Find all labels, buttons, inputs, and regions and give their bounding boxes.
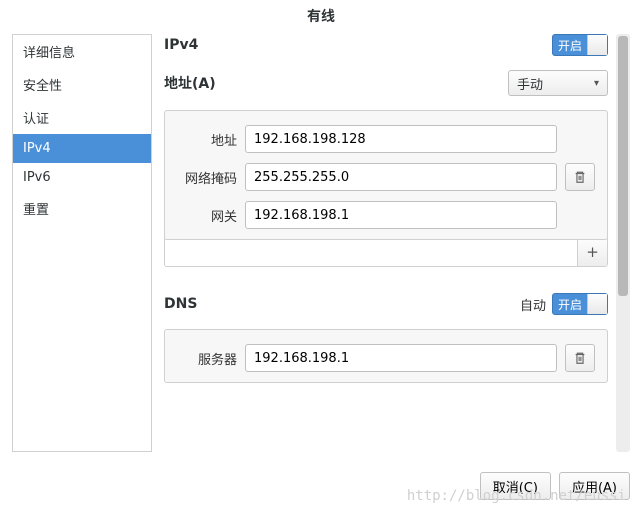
netmask-input[interactable] xyxy=(245,163,557,191)
add-address-button[interactable]: + xyxy=(577,238,607,266)
address-add-row: + xyxy=(164,238,608,267)
sidebar-item-reset[interactable]: 重置 xyxy=(13,192,151,225)
gateway-row: 网关 xyxy=(177,201,595,229)
dialog-footer: 取消(C) 应用(A) xyxy=(0,464,642,508)
dns-server-row: 服务器 xyxy=(177,344,595,372)
dns-auto-label: 自动 xyxy=(520,295,546,314)
netmask-label: 网络掩码 xyxy=(177,168,237,187)
address-heading: 地址(A) xyxy=(164,73,216,93)
sidebar-item-ipv6[interactable]: IPv6 xyxy=(13,163,151,192)
netmask-row: 网络掩码 xyxy=(177,163,595,191)
plus-icon: + xyxy=(586,243,599,261)
main-panel: IPv4 开启 地址(A) 手动 ▾ 地址 xyxy=(164,34,614,452)
dns-panel: 服务器 xyxy=(164,329,608,383)
dns-toggle-label: 开启 xyxy=(553,296,587,313)
sidebar-item-security[interactable]: 安全性 xyxy=(13,68,151,101)
sidebar-item-ipv4[interactable]: IPv4 xyxy=(13,134,151,163)
dns-server-label: 服务器 xyxy=(177,349,237,368)
dns-right-group: 自动 开启 xyxy=(520,293,608,315)
apply-button[interactable]: 应用(A) xyxy=(559,472,630,500)
toggle-knob-icon xyxy=(587,294,607,314)
ipv4-toggle-label: 开启 xyxy=(553,37,587,54)
toggle-knob-icon xyxy=(587,35,607,55)
gateway-input[interactable] xyxy=(245,201,557,229)
address-method-value: 手动 xyxy=(517,74,543,93)
trash-icon xyxy=(573,351,587,365)
sidebar-item-auth[interactable]: 认证 xyxy=(13,101,151,134)
ipv4-toggle[interactable]: 开启 xyxy=(552,34,608,56)
dns-auto-toggle[interactable]: 开启 xyxy=(552,293,608,315)
address-panel: 地址 网络掩码 网关 xyxy=(164,110,608,240)
main-wrap: IPv4 开启 地址(A) 手动 ▾ 地址 xyxy=(164,34,630,452)
ipv4-header-row: IPv4 开启 xyxy=(164,34,608,56)
scrollbar-thumb[interactable] xyxy=(618,36,628,296)
address-method-select[interactable]: 手动 ▾ xyxy=(508,70,608,96)
address-label: 地址 xyxy=(177,130,237,149)
dns-server-input[interactable] xyxy=(245,344,557,372)
chevron-down-icon: ▾ xyxy=(594,78,599,89)
address-row: 地址 xyxy=(177,125,595,153)
dns-heading: DNS xyxy=(164,296,197,312)
network-settings-dialog: 有线 详细信息 安全性 认证 IPv4 IPv6 重置 IPv4 开启 地址(A xyxy=(0,0,642,508)
gateway-label: 网关 xyxy=(177,206,237,225)
scrollbar-track[interactable] xyxy=(616,34,630,452)
delete-address-button[interactable] xyxy=(565,163,595,191)
sidebar: 详细信息 安全性 认证 IPv4 IPv6 重置 xyxy=(12,34,152,452)
dialog-body: 详细信息 安全性 认证 IPv4 IPv6 重置 IPv4 开启 地址(A) xyxy=(0,34,642,464)
dns-header-row: DNS 自动 开启 xyxy=(164,293,608,315)
address-input[interactable] xyxy=(245,125,557,153)
dialog-title: 有线 xyxy=(0,0,642,34)
ipv4-heading: IPv4 xyxy=(164,37,198,53)
cancel-button[interactable]: 取消(C) xyxy=(480,472,551,500)
trash-icon xyxy=(573,170,587,184)
sidebar-item-details[interactable]: 详细信息 xyxy=(13,35,151,68)
delete-dns-button[interactable] xyxy=(565,344,595,372)
address-header-row: 地址(A) 手动 ▾ xyxy=(164,70,608,96)
